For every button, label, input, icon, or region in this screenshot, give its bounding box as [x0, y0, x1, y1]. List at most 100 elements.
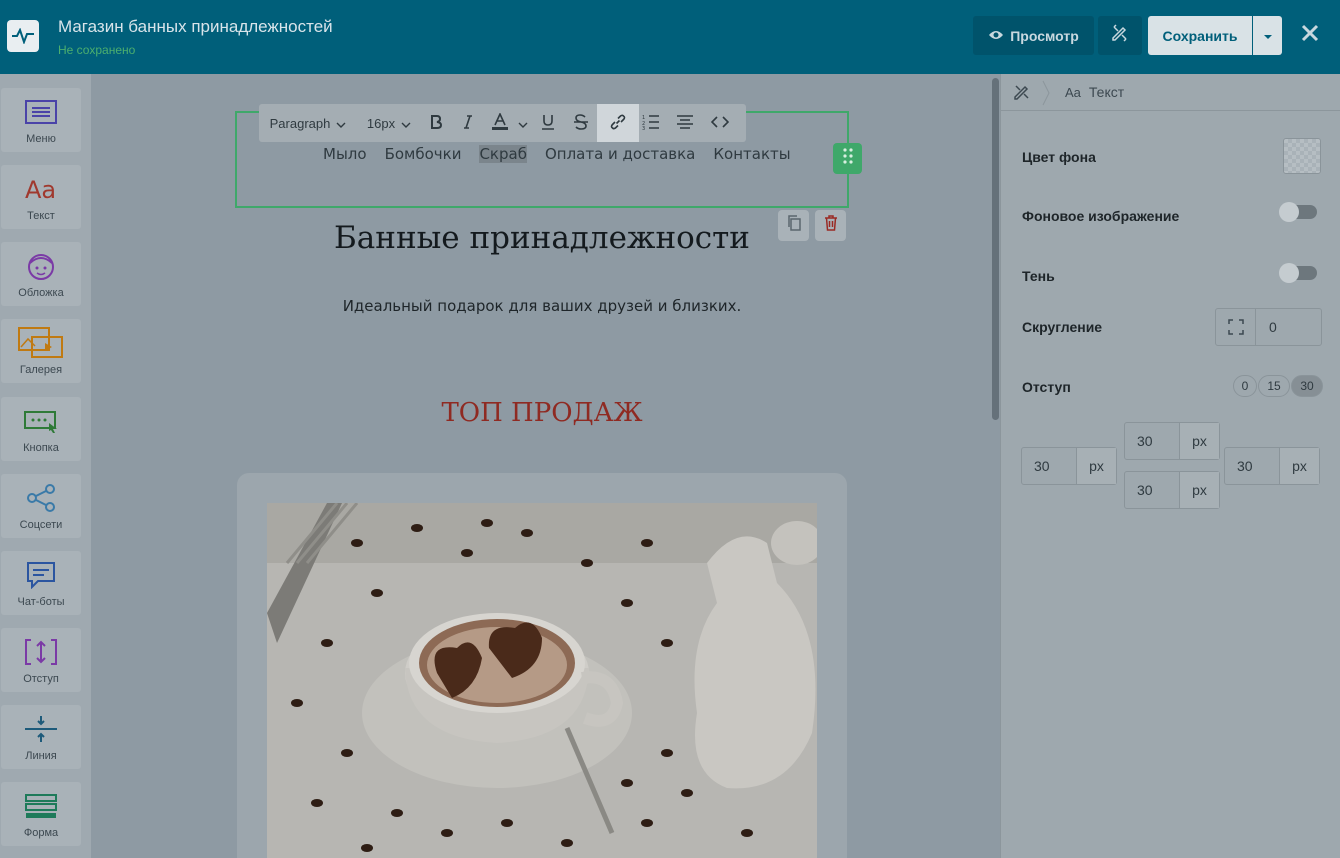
menu-link-bombs[interactable]: Бомбочки	[385, 145, 462, 163]
font-size-label: 16px	[366, 115, 396, 131]
save-button[interactable]: Сохранить	[1148, 16, 1252, 55]
padding-preset-15[interactable]: 15	[1258, 375, 1290, 397]
gallery-icon	[18, 327, 64, 358]
sidebar-item-label: Отступ	[23, 673, 59, 685]
menu-link-contacts[interactable]: Контакты	[713, 145, 790, 163]
bg-image-label: Фоновое изображение	[1022, 208, 1180, 224]
design-tools-icon[interactable]	[1013, 83, 1031, 106]
radius-field[interactable]: 0	[1215, 308, 1322, 346]
padding-bottom-field[interactable]: 30 px	[1124, 471, 1220, 509]
caret-down-icon	[1263, 27, 1273, 45]
text-aa-icon: Aa	[24, 174, 58, 204]
eye-icon	[988, 28, 1004, 44]
padding-bottom-unit: px	[1180, 472, 1219, 508]
padding-label: Отступ	[1022, 379, 1071, 395]
corner-radius-icon	[1216, 309, 1256, 345]
padding-left-value[interactable]: 30	[1022, 448, 1077, 484]
button-icon	[24, 406, 58, 436]
sidebar-item-label: Соцсети	[19, 519, 63, 531]
text-aa-icon: Aa	[1065, 84, 1081, 100]
sidebar-item-button[interactable]: Кнопка	[1, 397, 81, 461]
padding-top-field[interactable]: 30 px	[1124, 422, 1220, 460]
app-logo-icon[interactable]	[7, 20, 39, 52]
blocks-sidebar: Меню Aa Текст Обложка Галерея Кнопка Соц…	[0, 74, 91, 858]
sidebar-item-label: Галерея	[19, 364, 63, 376]
bold-button[interactable]	[421, 104, 451, 142]
top-bar: Магазин банных принадлежностей Не сохран…	[0, 0, 1340, 74]
padding-preset-30-active[interactable]: 30	[1291, 375, 1323, 397]
breadcrumb-separator-icon	[1041, 80, 1051, 111]
spacing-icon	[25, 637, 57, 667]
close-icon	[1301, 24, 1319, 47]
padding-preset-0[interactable]: 0	[1233, 375, 1257, 397]
align-center-button[interactable]	[663, 104, 707, 142]
sidebar-item-label: Обложка	[18, 287, 64, 299]
link-button[interactable]	[597, 104, 639, 142]
sidebar-item-label: Форма	[23, 827, 59, 839]
close-editor-button[interactable]	[1296, 20, 1324, 50]
radius-value[interactable]: 0	[1256, 309, 1277, 345]
padding-top-value[interactable]: 30	[1125, 423, 1180, 459]
breadcrumb-current: Текст	[1088, 84, 1125, 100]
menu-link-delivery[interactable]: Оплата и доставка	[545, 145, 695, 163]
sidebar-item-chatbots[interactable]: Чат-боты	[1, 551, 81, 615]
paragraph-style-select[interactable]: Paragraph	[259, 104, 357, 142]
bg-color-label: Цвет фона	[1022, 149, 1096, 165]
padding-left-field[interactable]: 30 px	[1021, 447, 1117, 485]
menu-icon	[25, 97, 57, 127]
sidebar-item-menu[interactable]: Меню	[1, 88, 81, 152]
sidebar-item-social[interactable]: Соцсети	[1, 474, 81, 538]
preview-button[interactable]: Просмотр	[973, 16, 1094, 55]
padding-right-unit: px	[1280, 448, 1319, 484]
bold-icon	[430, 114, 443, 132]
underline-button[interactable]	[531, 104, 565, 142]
italic-button[interactable]	[451, 104, 485, 142]
shadow-toggle[interactable]	[1279, 263, 1317, 283]
chevron-down-icon	[518, 116, 528, 131]
text-color-button[interactable]	[485, 104, 515, 142]
coffee-photo	[267, 503, 817, 858]
page-heading[interactable]: Банные принадлежности	[235, 220, 849, 256]
block-drag-handle[interactable]	[833, 143, 862, 174]
sidebar-item-text[interactable]: Aa Текст	[1, 165, 81, 229]
font-size-select[interactable]: 16px	[357, 104, 421, 142]
design-tools-button[interactable]	[1098, 16, 1142, 55]
text-color-dropdown[interactable]	[515, 104, 531, 142]
properties-panel: Aa Текст Цвет фона Фоновое изображение Т…	[1000, 74, 1340, 858]
padding-right-value[interactable]: 30	[1225, 448, 1280, 484]
strikethrough-button[interactable]	[565, 104, 597, 142]
canvas-scroll-thumb[interactable]	[992, 78, 999, 420]
chat-icon	[26, 560, 56, 590]
save-options-dropdown[interactable]	[1253, 16, 1282, 55]
sidebar-item-form[interactable]: Форма	[1, 782, 81, 846]
text-color-icon	[491, 111, 509, 134]
sidebar-item-cover[interactable]: Обложка	[1, 242, 81, 306]
ordered-list-button[interactable]: 123	[639, 104, 663, 142]
divider-icon	[24, 714, 58, 744]
cover-face-icon	[26, 251, 56, 281]
code-view-button[interactable]	[707, 104, 732, 142]
menu-link-scrub-selected[interactable]: Скраб	[479, 145, 527, 163]
strikethrough-icon	[573, 113, 589, 133]
radius-label: Скругление	[1022, 319, 1103, 335]
pencil-ruler-icon	[1111, 24, 1129, 47]
project-title: Магазин банных принадлежностей	[58, 17, 333, 36]
italic-icon	[463, 114, 473, 132]
site-menu-links: Мыло Бомбочки Скраб Оплата и доставка Ко…	[323, 145, 809, 163]
bg-color-picker[interactable]	[1283, 138, 1321, 174]
padding-right-field[interactable]: 30 px	[1224, 447, 1320, 485]
menu-link-soap[interactable]: Мыло	[323, 145, 367, 163]
drag-dots-icon	[842, 148, 853, 169]
sidebar-item-label: Линия	[25, 750, 57, 762]
padding-bottom-value[interactable]: 30	[1125, 472, 1180, 508]
sidebar-item-gallery[interactable]: Галерея	[1, 319, 81, 383]
sidebar-item-label: Текст	[27, 210, 55, 222]
link-icon	[609, 113, 627, 134]
sidebar-item-spacing[interactable]: Отступ	[1, 628, 81, 692]
section-title[interactable]: ТОП ПРОДАЖ	[235, 398, 849, 428]
bg-image-toggle[interactable]	[1279, 202, 1317, 222]
page-subheading[interactable]: Идеальный подарок для ваших друзей и бли…	[235, 297, 849, 315]
underline-icon	[541, 114, 555, 133]
sidebar-item-divider[interactable]: Линия	[1, 705, 81, 769]
padding-top-unit: px	[1180, 423, 1219, 459]
